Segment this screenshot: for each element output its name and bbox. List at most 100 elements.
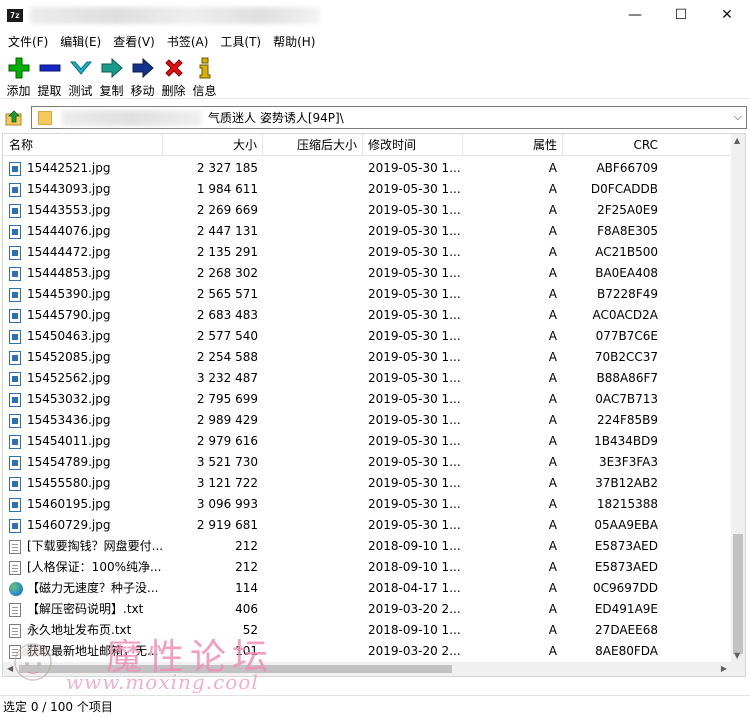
column-header: 名称 大小 压缩后大小 修改时间 属性 CRC [3,134,733,156]
column-size[interactable]: 大小 [163,134,263,156]
menu-tools[interactable]: 工具(T) [214,33,267,51]
image-file-icon [9,350,21,365]
table-row[interactable]: 15460195.jpg 3 096 993 2019-05-30 1... A 182… [3,494,733,515]
table-row[interactable]: 获取最新地址邮箱，无... 101 2019-03-20 2... A 8AE80FDA [3,641,733,662]
file-attributes: A [548,308,557,322]
image-file-icon [9,371,21,386]
table-row[interactable]: 15452085.jpg 2 254 588 2019-05-30 1... A 70B… [3,347,733,368]
horizontal-scroll-thumb[interactable] [19,665,452,673]
file-crc: ABF66709 [596,161,658,175]
move-button[interactable]: 移动 [127,53,158,98]
copy-button[interactable]: 复制 [96,53,127,98]
file-name-cell[interactable]: 【磁力无速度？种子没... [3,578,163,599]
table-row[interactable]: 15452562.jpg 3 232 487 2019-05-30 1... A B88… [3,368,733,389]
up-folder-button[interactable] [0,105,28,130]
table-row[interactable]: 【解压密码说明】.txt 406 2019-03-20 2... A ED491A9E [3,599,733,620]
file-name-cell[interactable]: 15453032.jpg [3,389,163,410]
delete-button[interactable]: 删除 [158,53,189,98]
table-row[interactable]: 15454789.jpg 3 521 730 2019-05-30 1... A 3E3… [3,452,733,473]
test-button[interactable]: 测试 [65,53,96,98]
scroll-down-icon[interactable]: ▼ [734,651,740,660]
file-name-cell[interactable]: 15445790.jpg [3,305,163,326]
file-modified: 2019-05-30 1... [368,518,461,532]
menu-help[interactable]: 帮助(H) [267,33,321,51]
file-crc: 37B12AB2 [595,476,658,490]
file-name-cell[interactable]: 15444853.jpg [3,263,163,284]
table-row[interactable]: 【磁力无速度？种子没... 114 2018-04-17 1... A 0C9697DD [3,578,733,599]
vertical-scrollbar[interactable]: ▲ ▼ [731,134,745,662]
file-modified: 2019-05-30 1... [368,413,461,427]
extract-icon [39,64,60,72]
image-file-icon [9,266,21,281]
file-name-cell[interactable]: 【解压密码说明】.txt [3,599,163,620]
info-button[interactable]: 信息 [189,53,220,98]
file-name-cell[interactable]: 15460729.jpg [3,515,163,536]
file-name-cell[interactable]: 15454011.jpg [3,431,163,452]
table-row[interactable]: 15454011.jpg 2 979 616 2019-05-30 1... A 1B4… [3,431,733,452]
file-modified: 2019-05-30 1... [368,203,461,217]
file-size: 2 989 429 [196,413,258,427]
scroll-up-icon[interactable]: ▲ [734,136,740,145]
file-name-cell[interactable]: 15453436.jpg [3,410,163,431]
add-button[interactable]: 添加 [3,53,34,98]
column-packed-size[interactable]: 压缩后大小 [263,134,363,156]
text-file-icon [9,644,21,659]
table-row[interactable]: 15445790.jpg 2 683 483 2019-05-30 1... A AC0… [3,305,733,326]
file-size: 212 [235,539,258,553]
file-name-cell[interactable]: 15455580.jpg [3,473,163,494]
table-row[interactable]: 永久地址发布页.txt 52 2018-09-10 1... A 27DAEE68 [3,620,733,641]
table-row[interactable]: 15453436.jpg 2 989 429 2019-05-30 1... A 224… [3,410,733,431]
file-name-cell[interactable]: 15444076.jpg [3,221,163,242]
scroll-left-icon[interactable]: ◀ [7,664,13,673]
file-size: 2 268 302 [196,266,258,280]
file-name-cell[interactable]: 15452085.jpg [3,347,163,368]
file-name-cell[interactable]: 15452562.jpg [3,368,163,389]
column-crc[interactable]: CRC [563,134,663,156]
extract-button[interactable]: 提取 [34,53,65,98]
chevron-down-icon[interactable]: ⌵ [734,110,742,124]
file-name-cell[interactable]: 15443553.jpg [3,200,163,221]
file-modified: 2019-05-30 1... [368,287,461,301]
file-name: 15443093.jpg [27,182,111,196]
table-row[interactable]: 15445390.jpg 2 565 571 2019-05-30 1... A B72… [3,284,733,305]
close-button[interactable]: ✕ [704,0,750,30]
maximize-button[interactable]: ☐ [658,0,704,30]
file-name-cell[interactable]: 15444472.jpg [3,242,163,263]
file-name-cell[interactable]: 15442521.jpg [3,158,163,179]
horizontal-scrollbar[interactable]: ◀ ▶ [3,662,745,676]
file-name-cell[interactable]: 15460195.jpg [3,494,163,515]
table-row[interactable]: 15443553.jpg 2 269 669 2019-05-30 1... A 2F2… [3,200,733,221]
file-name-cell[interactable]: 获取最新地址邮箱，无... [3,641,163,662]
file-name-cell[interactable]: 15450463.jpg [3,326,163,347]
table-row[interactable]: 15444853.jpg 2 268 302 2019-05-30 1... A BA0… [3,263,733,284]
file-name-cell[interactable]: 永久地址发布页.txt [3,620,163,641]
table-row[interactable]: 15453032.jpg 2 795 699 2019-05-30 1... A 0AC… [3,389,733,410]
file-modified: 2019-05-30 1... [368,371,461,385]
menu-edit[interactable]: 编辑(E) [54,33,107,51]
column-modified[interactable]: 修改时间 [363,134,463,156]
file-name-cell[interactable]: 15454789.jpg [3,452,163,473]
file-name-cell[interactable]: [人格保证：100%纯净... [3,557,163,578]
vertical-scroll-thumb[interactable] [733,534,743,654]
scroll-right-icon[interactable]: ▶ [721,664,727,673]
table-row[interactable]: 15460729.jpg 2 919 681 2019-05-30 1... A 05A… [3,515,733,536]
table-row[interactable]: 15455580.jpg 3 121 722 2019-05-30 1... A 37B… [3,473,733,494]
menu-file[interactable]: 文件(F) [2,33,54,51]
table-row[interactable]: [下载要掏钱？网盘要付... 212 2018-09-10 1... A E5873AE… [3,536,733,557]
minimize-button[interactable]: — [612,0,658,30]
file-name-cell[interactable]: [下载要掏钱？网盘要付... [3,536,163,557]
menu-bookmarks[interactable]: 书签(A) [161,33,215,51]
menu-view[interactable]: 查看(V) [107,33,161,51]
table-row[interactable]: [人格保证：100%纯净... 212 2018-09-10 1... A E5873A… [3,557,733,578]
file-name: 15452085.jpg [27,350,111,364]
file-name-cell[interactable]: 15443093.jpg [3,179,163,200]
table-row[interactable]: 15450463.jpg 2 577 540 2019-05-30 1... A 077… [3,326,733,347]
table-row[interactable]: 15444472.jpg 2 135 291 2019-05-30 1... A AC2… [3,242,733,263]
table-row[interactable]: 15444076.jpg 2 447 131 2019-05-30 1... A F8A… [3,221,733,242]
file-name-cell[interactable]: 15445390.jpg [3,284,163,305]
table-row[interactable]: 15443093.jpg 1 984 611 2019-05-30 1... A D0F… [3,179,733,200]
path-input[interactable]: 气质迷人 姿势诱人[94P]\ ⌵ [31,106,747,129]
column-attributes[interactable]: 属性 [463,134,563,156]
column-name[interactable]: 名称 [3,134,163,156]
table-row[interactable]: 15442521.jpg 2 327 185 2019-05-30 1... A ABF… [3,158,733,179]
